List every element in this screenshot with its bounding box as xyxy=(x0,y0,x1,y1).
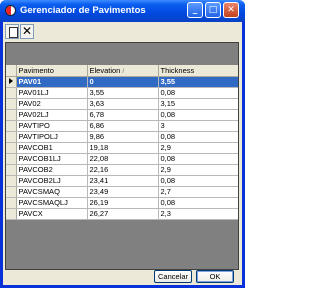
cell-thickness[interactable]: 3,15 xyxy=(158,98,238,110)
cell-thickness[interactable]: 0,08 xyxy=(158,131,238,143)
close-button[interactable]: ✕ xyxy=(223,2,239,18)
table-row[interactable]: PAVTIPOLJ 9,86 0,08 xyxy=(6,131,238,143)
sort-indicator-icon: / xyxy=(122,68,125,75)
table-row[interactable]: PAVCOB2LJ 23,41 0,08 xyxy=(6,175,238,187)
table-row[interactable]: PAVCX 26,27 2,3 xyxy=(6,208,238,220)
app-icon xyxy=(5,5,16,16)
cell-elevation[interactable]: 3,63 xyxy=(87,98,159,110)
cell-elevation[interactable]: 19,18 xyxy=(87,142,159,154)
current-row-arrow-icon xyxy=(9,78,13,84)
cell-pavimento[interactable]: PAVCOB2LJ xyxy=(16,175,88,187)
cell-thickness[interactable]: 3,55 xyxy=(158,76,238,88)
table-row[interactable]: PAV02LJ 6,78 0,08 xyxy=(6,109,238,121)
table-row[interactable]: PAV01LJ 3,55 0,08 xyxy=(6,87,238,99)
delete-x-icon[interactable]: ✕ xyxy=(20,24,34,39)
column-header-label: Elevation xyxy=(89,65,121,75)
cell-elevation[interactable]: 3,55 xyxy=(87,87,159,99)
cell-thickness[interactable]: 0,08 xyxy=(158,87,238,99)
cell-pavimento[interactable]: PAVTIPOLJ xyxy=(16,131,88,143)
cell-pavimento[interactable]: PAV02LJ xyxy=(16,109,88,121)
table-row[interactable]: PAVCOB1LJ 22,08 0,08 xyxy=(6,153,238,165)
row-header[interactable] xyxy=(6,142,17,154)
cell-elevation[interactable]: 23,49 xyxy=(87,186,159,198)
row-header[interactable] xyxy=(6,109,17,121)
row-header[interactable] xyxy=(6,76,17,88)
cell-thickness[interactable]: 0,08 xyxy=(158,109,238,121)
row-header[interactable] xyxy=(6,186,17,198)
cell-pavimento[interactable]: PAV02 xyxy=(16,98,88,110)
row-header[interactable] xyxy=(6,175,17,187)
title-bar[interactable]: Gerenciador de Pavimentos _ □ ✕ xyxy=(0,0,245,22)
cell-thickness[interactable]: 0,08 xyxy=(158,175,238,187)
dialog-client-area: ✕ Pavimento Elevation / Thickness PAV01 0 3… xyxy=(3,22,242,285)
cell-elevation[interactable]: 6,86 xyxy=(87,120,159,132)
table-row[interactable]: PAVCOB1 19,18 2,9 xyxy=(6,142,238,154)
row-header[interactable] xyxy=(6,197,17,209)
row-header[interactable] xyxy=(6,208,17,220)
column-header-elevation[interactable]: Elevation / xyxy=(87,65,159,77)
table-row[interactable]: PAVCSMAQLJ 26,19 0,08 xyxy=(6,197,238,209)
row-header[interactable] xyxy=(6,131,17,143)
table-row[interactable]: PAV02 3,63 3,15 xyxy=(6,98,238,110)
cell-elevation[interactable]: 6,78 xyxy=(87,109,159,121)
cell-elevation[interactable]: 0 xyxy=(87,76,159,88)
table-row[interactable]: PAVCSMAQ 23,49 2,7 xyxy=(6,186,238,198)
cell-elevation[interactable]: 22,08 xyxy=(87,153,159,165)
cell-thickness[interactable]: 2,7 xyxy=(158,186,238,198)
table-row[interactable]: PAVCOB2 22,16 2,9 xyxy=(6,164,238,176)
row-header[interactable] xyxy=(6,153,17,165)
cell-thickness[interactable]: 0,08 xyxy=(158,153,238,165)
cell-pavimento[interactable]: PAV01 xyxy=(16,76,88,88)
table-row[interactable]: PAVTIPO 6,86 3 xyxy=(6,120,238,132)
minimize-button[interactable]: _ xyxy=(187,2,203,18)
table-row[interactable]: PAV01 0 3,55 xyxy=(6,76,238,88)
cell-pavimento[interactable]: PAVCOB1 xyxy=(16,142,88,154)
ok-button[interactable]: OK xyxy=(196,270,234,283)
dialog-window: Gerenciador de Pavimentos _ □ ✕ ✕ Pavime… xyxy=(0,0,245,288)
toolbar: ✕ xyxy=(3,24,242,40)
cell-thickness[interactable]: 0,08 xyxy=(158,197,238,209)
cell-pavimento[interactable]: PAVCSMAQ xyxy=(16,186,88,198)
cell-thickness[interactable]: 3 xyxy=(158,120,238,132)
pavements-table: Pavimento Elevation / Thickness PAV01 0 3,5… xyxy=(6,65,238,220)
cell-pavimento[interactable]: PAVCSMAQLJ xyxy=(16,197,88,209)
cell-elevation[interactable]: 26,19 xyxy=(87,197,159,209)
cell-pavimento[interactable]: PAVCOB1LJ xyxy=(16,153,88,165)
cell-elevation[interactable]: 9,86 xyxy=(87,131,159,143)
grid-group-area xyxy=(6,43,238,65)
cell-thickness[interactable]: 2,3 xyxy=(158,208,238,220)
row-header[interactable] xyxy=(6,87,17,99)
cell-pavimento[interactable]: PAVCOB2 xyxy=(16,164,88,176)
cancel-button[interactable]: Cancelar xyxy=(154,270,192,283)
new-document-icon[interactable] xyxy=(5,24,19,39)
pavements-grid[interactable]: Pavimento Elevation / Thickness PAV01 0 3,5… xyxy=(5,42,239,270)
cell-pavimento[interactable]: PAV01LJ xyxy=(16,87,88,99)
cell-thickness[interactable]: 2,9 xyxy=(158,142,238,154)
row-header-corner xyxy=(6,65,17,77)
row-header[interactable] xyxy=(6,98,17,110)
cell-elevation[interactable]: 22,16 xyxy=(87,164,159,176)
row-header[interactable] xyxy=(6,120,17,132)
column-header-thickness[interactable]: Thickness xyxy=(158,65,238,77)
cell-pavimento[interactable]: PAVTIPO xyxy=(16,120,88,132)
cell-thickness[interactable]: 2,9 xyxy=(158,164,238,176)
row-header[interactable] xyxy=(6,164,17,176)
cell-elevation[interactable]: 23,41 xyxy=(87,175,159,187)
maximize-button[interactable]: □ xyxy=(205,2,221,18)
window-title: Gerenciador de Pavimentos xyxy=(20,5,146,16)
cell-pavimento[interactable]: PAVCX xyxy=(16,208,88,220)
column-header-pavimento[interactable]: Pavimento xyxy=(16,65,88,77)
cell-elevation[interactable]: 26,27 xyxy=(87,208,159,220)
